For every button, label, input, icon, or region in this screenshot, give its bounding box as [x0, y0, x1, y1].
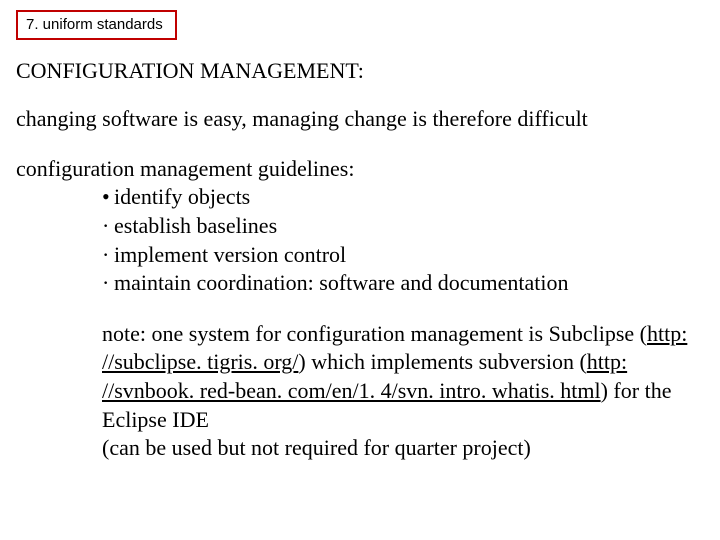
intro-paragraph: changing software is easy, managing chan… [16, 106, 720, 132]
bullet-icon: • [102, 183, 114, 212]
note-text: (can be used but not required for quarte… [102, 435, 531, 460]
list-item: ·implement version control [102, 241, 720, 270]
section-heading: CONFIGURATION MANAGEMENT: [16, 58, 720, 84]
bullet-icon: · [102, 269, 114, 298]
guidelines-intro: configuration management guidelines: [16, 155, 720, 184]
list-item-text: maintain coordination: software and docu… [114, 270, 569, 295]
list-item-text: implement version control [114, 242, 346, 267]
list-item-text: identify objects [114, 184, 250, 209]
bullet-list: • identify objects ·establish baselines … [102, 183, 720, 297]
list-item: • identify objects [102, 183, 720, 212]
bullet-icon: · [102, 241, 114, 270]
bullet-icon: · [102, 212, 114, 241]
boxed-label: 7. uniform standards [16, 10, 177, 40]
note-text: note: one system for configuration manag… [102, 321, 647, 346]
list-item: ·establish baselines [102, 212, 720, 241]
list-item-text: establish baselines [114, 213, 277, 238]
note-paragraph: note: one system for configuration manag… [102, 320, 692, 463]
list-item: ·maintain coordination: software and doc… [102, 269, 720, 298]
note-text: ) which implements subversion ( [298, 349, 586, 374]
